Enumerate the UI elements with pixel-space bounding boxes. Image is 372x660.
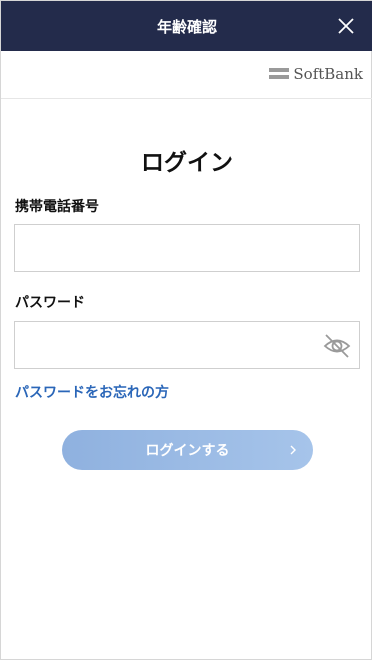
password-label: パスワード [15, 295, 85, 311]
page-title: ログイン [141, 150, 233, 176]
forgot-password-link[interactable]: パスワードをお忘れの方 [15, 382, 169, 402]
close-icon[interactable] [333, 13, 359, 39]
login-button-label: ログインする [145, 443, 230, 459]
eye-slash-icon[interactable] [322, 332, 352, 360]
phone-number-input[interactable] [15, 225, 359, 271]
brand-name: SoftBank [293, 65, 363, 83]
softbank-bars-icon [269, 68, 290, 79]
login-dialog: 年齢確認 SoftBank ログイン 携帯電話番号 パスワード パスワードをお忘… [0, 0, 372, 660]
phone-label: 携帯電話番号 [15, 199, 99, 215]
softbank-logo: SoftBank [269, 65, 363, 83]
password-field-box [14, 321, 360, 369]
dialog-title: 年齢確認 [156, 17, 217, 36]
chevron-right-icon [290, 445, 296, 455]
phone-field-box [14, 224, 360, 272]
dialog-header: 年齢確認 [1, 1, 372, 51]
brand-bar: SoftBank [1, 51, 372, 99]
login-button[interactable]: ログインする [62, 430, 313, 470]
password-input[interactable] [15, 322, 359, 368]
